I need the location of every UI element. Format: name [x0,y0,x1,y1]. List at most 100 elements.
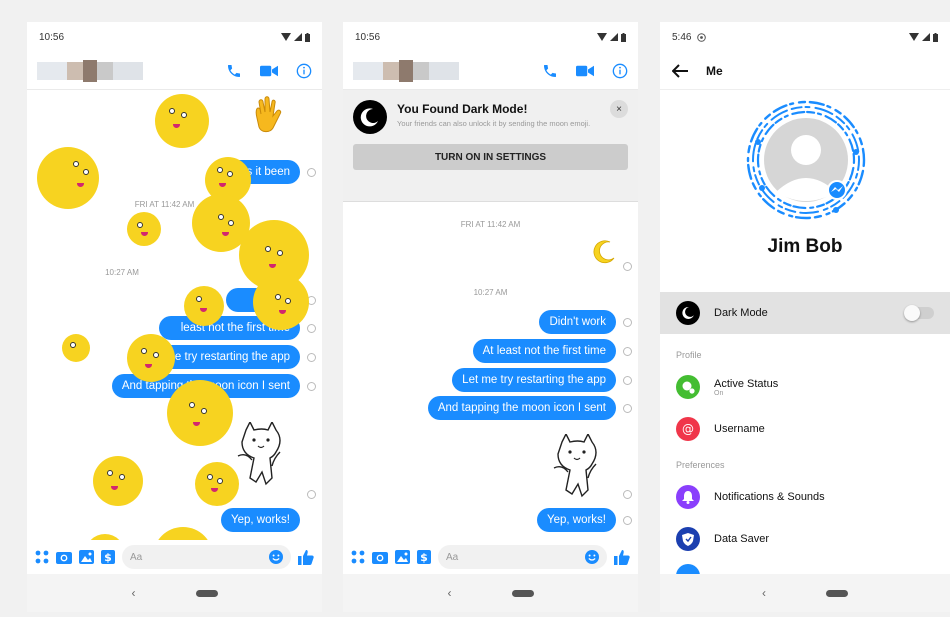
video-camera-icon[interactable] [260,64,278,78]
status-icons [281,32,310,42]
moon-sticker [155,94,209,148]
message-input[interactable]: Aa [438,545,607,569]
moon-sticker [127,334,175,382]
active-status-row[interactable]: Active Status On [660,366,950,408]
thumbs-up-icon[interactable] [298,549,314,565]
blurred-contact-name[interactable] [37,58,143,84]
message-bubble[interactable]: Yep, works! [536,508,616,532]
android-nav-bar: ‹ [660,574,950,612]
section-header-profile: Profile [676,350,702,360]
gallery-icon[interactable] [79,550,94,564]
info-icon[interactable] [296,63,312,79]
message-input[interactable]: Aa [122,545,291,569]
section-header-preferences: Preferences [676,460,725,470]
timestamp: FRI AT 11:42 AM [460,220,521,229]
battery-icon [305,32,310,42]
screenshot-collage: 10:56 s it been FRI AT 11:42 AM 10:27 AM… [0,0,950,617]
nav-home-icon[interactable] [826,589,848,597]
read-receipt-icon [623,376,632,385]
apps-grid-icon[interactable] [351,550,365,564]
chat-header [343,52,638,90]
notification-icon [697,32,707,42]
profile-name: Jim Bob [767,236,843,257]
nav-back-icon[interactable]: ‹ [448,586,452,600]
payment-icon[interactable]: $ [101,550,115,564]
message-bubble[interactable]: And tapping the moon icon I sent [427,396,616,420]
cat-sticker [237,422,281,486]
dark-mode-discovery-card: You Found Dark Mode! Your friends can al… [343,90,638,202]
apps-grid-icon[interactable] [35,550,49,564]
waving-hand-sticker [255,96,282,133]
active-status-label: Active Status [714,377,779,390]
dark-mode-toggle[interactable] [904,305,934,321]
close-icon[interactable]: × [610,100,628,118]
signal-icon [922,33,930,41]
camera-icon[interactable] [56,550,72,564]
active-status-value: On [714,389,724,397]
camera-icon[interactable] [372,550,388,564]
phone-chat-moon-rain: 10:56 s it been FRI AT 11:42 AM 10:27 AM… [27,22,322,612]
gallery-icon[interactable] [395,550,410,564]
messenger-code[interactable] [740,98,872,222]
bell-icon [676,485,700,509]
dark-mode-row[interactable]: Dark Mode [660,292,950,334]
status-icons [909,32,938,42]
signal-icon [610,33,618,41]
message-input-placeholder: Aa [130,551,143,563]
wifi-icon [281,33,291,41]
battery-icon [933,32,938,42]
message-bubble[interactable]: Didn't work [539,310,616,334]
read-receipt-icon [623,490,632,499]
status-icons [597,32,626,42]
android-nav-bar: ‹ [343,574,638,612]
emoji-icon[interactable] [585,550,599,564]
message-bubble[interactable]: At least not the first time [472,339,616,363]
message-composer: $ Aa [27,540,322,574]
message-bubble[interactable]: Let me try restarting the app [452,368,616,392]
blurred-contact-name[interactable] [353,58,459,84]
moon-icon [676,301,700,325]
svg-text:$: $ [420,551,428,564]
moon-sticker [37,147,99,209]
nav-back-icon[interactable]: ‹ [762,586,766,600]
read-receipt-icon [623,347,632,356]
profile-section: Jim Bob [660,90,950,292]
read-receipt-icon [623,516,632,525]
shield-icon [676,527,700,551]
message-composer: $ Aa [343,540,638,574]
moon-sticker [127,212,161,246]
dark-mode-label: Dark Mode [714,307,768,319]
dark-mode-card-title: You Found Dark Mode! [397,102,528,116]
message-bubble[interactable]: Yep, works! [220,508,300,532]
status-time: 10:56 [355,31,381,43]
nav-back-icon[interactable]: ‹ [132,586,136,600]
username-row[interactable]: @ Username [660,408,950,450]
notifications-row[interactable]: Notifications & Sounds [660,476,950,518]
status-bar: 5:46 [660,22,950,52]
nav-home-icon[interactable] [195,589,218,597]
wifi-icon [909,33,919,41]
notifications-label: Notifications & Sounds [714,491,825,503]
at-sign-icon: @ [676,417,700,441]
next-row-icon-partial [676,564,700,574]
read-receipt-icon [623,262,632,271]
payment-icon[interactable]: $ [417,550,431,564]
turn-on-in-settings-button[interactable]: TURN ON IN SETTINGS [353,144,628,170]
phone-icon[interactable] [226,63,242,79]
video-camera-icon[interactable] [576,64,594,78]
nav-home-icon[interactable] [511,589,534,597]
svg-text:@: @ [682,422,694,436]
chat-header [27,52,322,90]
data-saver-label: Data Saver [714,533,770,545]
data-saver-row[interactable]: Data Saver [660,518,950,560]
moon-sticker [253,274,309,330]
dark-mode-card-description: Your friends can also unlock it by sendi… [397,119,591,128]
phone-icon[interactable] [542,63,558,79]
thumbs-up-icon[interactable] [614,549,630,565]
arrow-left-icon[interactable] [672,63,688,78]
info-icon[interactable] [612,63,628,79]
read-receipt-icon [307,168,316,177]
message-input-placeholder: Aa [446,551,459,563]
emoji-icon[interactable] [269,550,283,564]
me-header: Me [660,52,950,90]
